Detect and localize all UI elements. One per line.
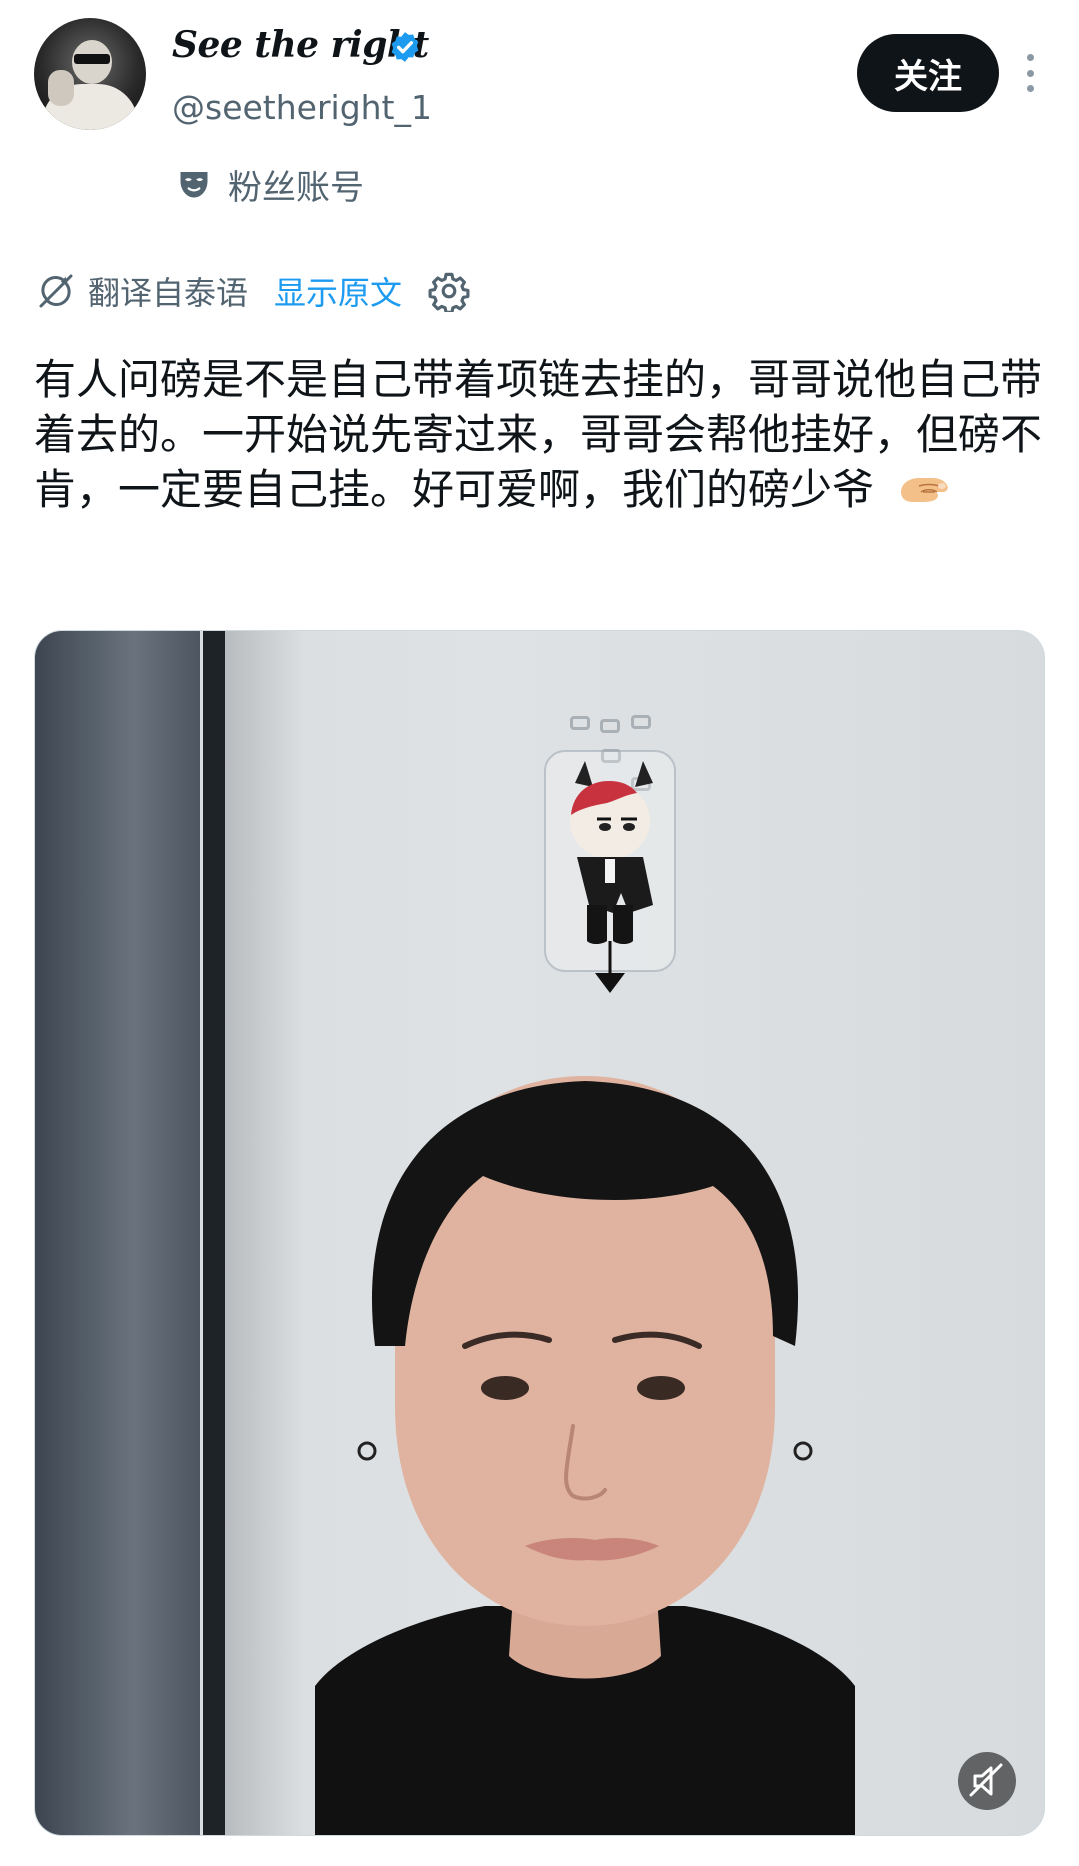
follow-button[interactable]: 关注: [857, 34, 999, 112]
wall-hook: [631, 715, 651, 729]
more-dot: [1026, 85, 1034, 92]
verified-badge-icon: [391, 32, 419, 62]
tweet-body: 有人问磅是不是自己带着项链去挂的，哥哥说他自己带着去的。一开始说先寄过来，哥哥会…: [34, 355, 1043, 514]
wall-hook: [600, 719, 620, 733]
tweet-video[interactable]: [34, 630, 1045, 1836]
avatar-hand: [48, 70, 74, 106]
avatar-sunglasses: [74, 54, 110, 64]
wall-shadow: [225, 631, 305, 1835]
settings-icon[interactable]: [428, 270, 470, 312]
more-dot: [1026, 69, 1034, 77]
fan-account-text: 粉丝账号: [228, 167, 364, 208]
more-icon[interactable]: [1014, 50, 1046, 96]
fan-account-label: 粉丝账号: [176, 162, 364, 208]
user-handle[interactable]: @seetheright_1: [172, 88, 432, 127]
pinching-hand-emoji: [901, 478, 949, 502]
translation-bar: 翻译自泰语 显示原文: [36, 266, 470, 316]
show-original-link[interactable]: 显示原文: [274, 268, 402, 314]
door-frame: [203, 631, 225, 1835]
mask-icon: [180, 172, 208, 198]
wall-hook: [570, 716, 590, 730]
avatar[interactable]: [34, 18, 146, 130]
person-video-frame: [315, 1076, 855, 1835]
more-dot: [1026, 54, 1034, 61]
tweet-page: See the right @seetheright_1 粉丝账号 关注 翻译自…: [0, 0, 1079, 1866]
muted-speaker-icon[interactable]: [957, 1751, 1017, 1811]
curtain: [35, 631, 200, 1835]
tweet-text: 有人问磅是不是自己带着项链去挂的，哥哥说他自己带着去的。一开始说先寄过来，哥哥会…: [34, 352, 1044, 517]
devil-plush-keychain: [544, 750, 676, 993]
translated-from-label: 翻译自泰语: [88, 274, 249, 312]
translate-icon: [39, 274, 73, 308]
